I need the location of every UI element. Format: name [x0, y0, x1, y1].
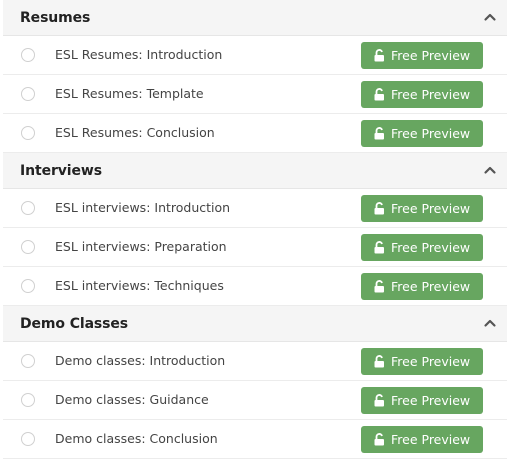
section-title: Resumes	[20, 10, 91, 26]
lesson-title[interactable]: ESL Resumes: Introduction	[55, 47, 222, 62]
unlock-icon	[374, 280, 384, 293]
completion-status-icon	[21, 432, 35, 446]
lesson-title[interactable]: Demo classes: Guidance	[55, 392, 209, 407]
lesson-title[interactable]: ESL Resumes: Template	[55, 86, 204, 101]
free-preview-button[interactable]: Free Preview	[361, 234, 483, 261]
chevron-up-icon[interactable]	[483, 163, 497, 177]
free-preview-label: Free Preview	[391, 201, 471, 216]
free-preview-button[interactable]: Free Preview	[361, 348, 483, 375]
completion-status-icon	[21, 87, 35, 101]
free-preview-label: Free Preview	[391, 354, 471, 369]
lesson-item[interactable]: Demo classes: Introduction Free Preview	[3, 342, 507, 381]
free-preview-button[interactable]: Free Preview	[361, 120, 483, 147]
section-interviews: Interviews ESL interviews: Introduction …	[3, 153, 507, 306]
unlock-icon	[374, 355, 384, 368]
lesson-item[interactable]: ESL interviews: Preparation Free Preview	[3, 228, 507, 267]
free-preview-button[interactable]: Free Preview	[361, 195, 483, 222]
chevron-up-icon[interactable]	[483, 10, 497, 24]
unlock-icon	[374, 202, 384, 215]
section-header[interactable]: Interviews	[3, 153, 507, 189]
unlock-icon	[374, 433, 384, 446]
free-preview-button[interactable]: Free Preview	[361, 426, 483, 453]
completion-status-icon	[21, 354, 35, 368]
section-header[interactable]: Resumes	[3, 0, 507, 36]
lesson-item[interactable]: ESL interviews: Introduction Free Previe…	[3, 189, 507, 228]
unlock-icon	[374, 394, 384, 407]
completion-status-icon	[21, 393, 35, 407]
completion-status-icon	[21, 48, 35, 62]
free-preview-button[interactable]: Free Preview	[361, 42, 483, 69]
lesson-title[interactable]: Demo classes: Conclusion	[55, 431, 218, 446]
section-title: Demo Classes	[20, 316, 129, 332]
completion-status-icon	[21, 201, 35, 215]
unlock-icon	[374, 49, 384, 62]
lesson-title[interactable]: ESL interviews: Preparation	[55, 239, 227, 254]
free-preview-label: Free Preview	[391, 393, 471, 408]
lesson-title[interactable]: ESL interviews: Techniques	[55, 278, 224, 293]
unlock-icon	[374, 241, 384, 254]
free-preview-label: Free Preview	[391, 240, 471, 255]
lesson-item[interactable]: Demo classes: Conclusion Free Preview	[3, 420, 507, 459]
section-header[interactable]: Demo Classes	[3, 306, 507, 342]
chevron-up-icon[interactable]	[483, 316, 497, 330]
unlock-icon	[374, 88, 384, 101]
free-preview-label: Free Preview	[391, 279, 471, 294]
section-resumes: Resumes ESL Resumes: Introduction Free P…	[3, 0, 507, 153]
completion-status-icon	[21, 279, 35, 293]
course-curriculum: Resumes ESL Resumes: Introduction Free P…	[3, 0, 507, 459]
free-preview-label: Free Preview	[391, 432, 471, 447]
lesson-item[interactable]: ESL interviews: Techniques Free Preview	[3, 267, 507, 306]
completion-status-icon	[21, 126, 35, 140]
free-preview-label: Free Preview	[391, 126, 471, 141]
unlock-icon	[374, 127, 384, 140]
lesson-item[interactable]: Demo classes: Guidance Free Preview	[3, 381, 507, 420]
free-preview-button[interactable]: Free Preview	[361, 273, 483, 300]
lesson-title[interactable]: ESL interviews: Introduction	[55, 200, 230, 215]
free-preview-label: Free Preview	[391, 48, 471, 63]
free-preview-button[interactable]: Free Preview	[361, 387, 483, 414]
lesson-title[interactable]: ESL Resumes: Conclusion	[55, 125, 215, 140]
lesson-item[interactable]: ESL Resumes: Introduction Free Preview	[3, 36, 507, 75]
lesson-item[interactable]: ESL Resumes: Conclusion Free Preview	[3, 114, 507, 153]
free-preview-button[interactable]: Free Preview	[361, 81, 483, 108]
section-title: Interviews	[20, 163, 102, 179]
completion-status-icon	[21, 240, 35, 254]
free-preview-label: Free Preview	[391, 87, 471, 102]
lesson-title[interactable]: Demo classes: Introduction	[55, 353, 225, 368]
section-demo-classes: Demo Classes Demo classes: Introduction …	[3, 306, 507, 459]
lesson-item[interactable]: ESL Resumes: Template Free Preview	[3, 75, 507, 114]
